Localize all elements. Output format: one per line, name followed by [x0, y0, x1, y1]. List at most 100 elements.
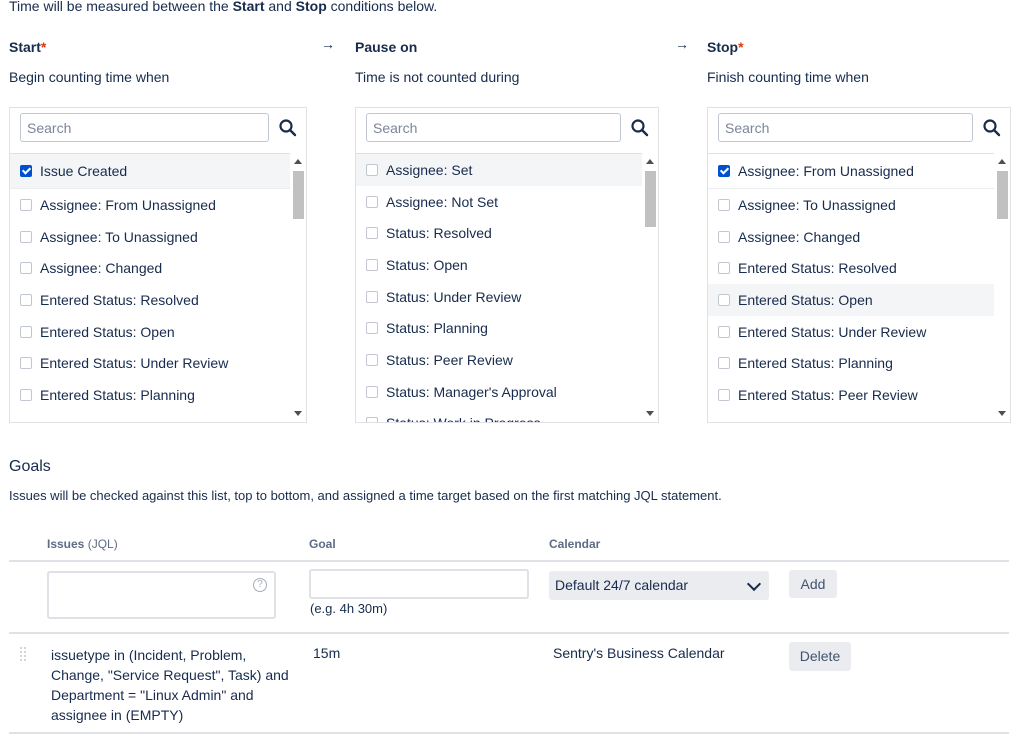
- stop-condition-item[interactable]: Assignee: To Unassigned: [708, 189, 994, 221]
- checkbox[interactable]: [366, 385, 378, 398]
- checkbox[interactable]: [366, 195, 378, 208]
- condition-label: Status: Planning: [386, 320, 488, 337]
- pause-condition-item[interactable]: Status: Open: [356, 249, 642, 281]
- goal-input[interactable]: [309, 569, 529, 599]
- scrollbar[interactable]: [291, 153, 305, 422]
- condition-label: Assignee: Changed: [738, 228, 861, 245]
- scrollbar[interactable]: [995, 153, 1009, 422]
- stop-condition-item[interactable]: Entered Status: Resolved: [708, 252, 994, 284]
- start-search-field[interactable]: [20, 113, 269, 142]
- start-condition-item[interactable]: Issue Created: [10, 154, 290, 189]
- pause-condition-item[interactable]: Status: Resolved: [356, 217, 642, 249]
- intro-start-word: Start: [232, 0, 265, 14]
- required-marker: *: [40, 39, 47, 55]
- help-icon[interactable]: ?: [253, 578, 267, 592]
- checkbox[interactable]: [718, 357, 730, 370]
- start-condition-item[interactable]: Assignee: Changed: [10, 252, 290, 284]
- pause-condition-item[interactable]: Status: Manager's Approval: [356, 376, 642, 408]
- condition-label: Assignee: To Unassigned: [40, 228, 198, 245]
- start-subtitle: Begin counting time when: [9, 69, 170, 85]
- goal-hint: (e.g. 4h 30m): [310, 601, 388, 616]
- start-search-input[interactable]: [21, 114, 268, 141]
- scrollbar-thumb[interactable]: [293, 171, 304, 219]
- pause-title: Pause on: [355, 39, 418, 55]
- checkbox[interactable]: [718, 198, 730, 211]
- checkbox[interactable]: [20, 262, 32, 275]
- add-button[interactable]: Add: [789, 570, 837, 598]
- pause-condition-item[interactable]: Status: Under Review: [356, 281, 642, 313]
- checkbox[interactable]: [718, 325, 730, 338]
- checkbox[interactable]: [20, 230, 32, 243]
- condition-label: Assignee: From Unassigned: [40, 196, 216, 213]
- arrow-icon: →: [675, 36, 689, 52]
- checkbox[interactable]: [366, 322, 378, 335]
- condition-label: Assignee: From Unassigned: [738, 163, 914, 179]
- scroll-down-icon[interactable]: [998, 411, 1006, 416]
- jql-input[interactable]: ?: [47, 571, 276, 619]
- pause-conditions-list: Assignee: Set Assignee: Not Set Status: Re…: [356, 153, 642, 422]
- pause-search-input[interactable]: [367, 114, 620, 141]
- scroll-up-icon[interactable]: [294, 159, 302, 164]
- start-condition-item[interactable]: Entered Status: Planning: [10, 379, 290, 411]
- stop-condition-item[interactable]: Entered Status: Open: [708, 284, 994, 316]
- checkbox[interactable]: [20, 293, 32, 306]
- checkbox[interactable]: [366, 163, 378, 176]
- pause-search-field[interactable]: [366, 113, 621, 142]
- checkbox[interactable]: [366, 290, 378, 303]
- condition-label: Entered Status: Planning: [738, 355, 893, 372]
- stop-condition-item[interactable]: Assignee: From Unassigned: [708, 154, 994, 189]
- scroll-up-icon[interactable]: [998, 159, 1006, 164]
- stop-title: Stop*: [707, 39, 744, 55]
- delete-button[interactable]: Delete: [789, 642, 851, 671]
- intro-prefix: Time will be measured between the: [9, 0, 233, 14]
- pause-condition-item[interactable]: Status: Planning: [356, 312, 642, 344]
- checkbox[interactable]: [366, 353, 378, 366]
- scroll-up-icon[interactable]: [646, 159, 654, 164]
- start-condition-item[interactable]: Assignee: To Unassigned: [10, 221, 290, 253]
- stop-condition-item[interactable]: Entered Status: Under Review: [708, 316, 994, 348]
- stop-condition-item[interactable]: Entered Status: Peer Review: [708, 379, 994, 411]
- checkbox[interactable]: [718, 262, 730, 275]
- checkbox[interactable]: [20, 198, 32, 211]
- calendar-select[interactable]: Default 24/7 calendar: [549, 571, 769, 600]
- checkbox[interactable]: [366, 258, 378, 271]
- condition-label: Issue Created: [40, 163, 128, 179]
- checkbox[interactable]: [20, 357, 32, 370]
- start-condition-item[interactable]: Assignee: From Unassigned: [10, 189, 290, 221]
- stop-conditions-panel: Assignee: From Unassigned Assignee: To Un…: [707, 107, 1011, 423]
- start-condition-item[interactable]: Entered Status: Open: [10, 316, 290, 348]
- pause-condition-item[interactable]: Assignee: Set: [356, 154, 642, 186]
- search-icon[interactable]: [630, 118, 650, 138]
- checkbox[interactable]: [20, 388, 32, 401]
- pause-condition-item[interactable]: Status: Peer Review: [356, 344, 642, 376]
- drag-handle-icon[interactable]: [20, 647, 26, 661]
- checkbox[interactable]: [718, 388, 730, 401]
- pause-condition-item[interactable]: Status: Work in Progress: [356, 408, 642, 422]
- checkbox[interactable]: [20, 165, 32, 177]
- checkbox[interactable]: [366, 227, 378, 240]
- checkbox[interactable]: [718, 293, 730, 306]
- stop-condition-item[interactable]: Assignee: Changed: [708, 221, 994, 253]
- scrollbar-thumb[interactable]: [997, 171, 1008, 219]
- scrollbar[interactable]: [643, 153, 657, 422]
- scrollbar-thumb[interactable]: [645, 171, 656, 227]
- stop-subtitle: Finish counting time when: [707, 69, 869, 85]
- condition-label: Entered Status: Under Review: [40, 355, 229, 372]
- condition-label: Assignee: Set: [386, 161, 473, 178]
- scroll-down-icon[interactable]: [294, 411, 302, 416]
- checkbox[interactable]: [366, 417, 378, 422]
- checkbox[interactable]: [20, 325, 32, 338]
- search-icon[interactable]: [278, 118, 298, 138]
- search-icon[interactable]: [982, 118, 1002, 138]
- pause-condition-item[interactable]: Assignee: Not Set: [356, 186, 642, 218]
- checkbox[interactable]: [718, 165, 730, 177]
- stop-search-input[interactable]: [719, 114, 972, 141]
- checkbox[interactable]: [718, 230, 730, 243]
- scroll-down-icon[interactable]: [646, 411, 654, 416]
- start-condition-item[interactable]: Entered Status: Under Review: [10, 347, 290, 379]
- stop-search-field[interactable]: [718, 113, 973, 142]
- intro-text: Time will be measured between the Start …: [9, 0, 437, 14]
- condition-label: Entered Status: Planning: [40, 386, 195, 403]
- stop-condition-item[interactable]: Entered Status: Planning: [708, 347, 994, 379]
- start-condition-item[interactable]: Entered Status: Resolved: [10, 284, 290, 316]
